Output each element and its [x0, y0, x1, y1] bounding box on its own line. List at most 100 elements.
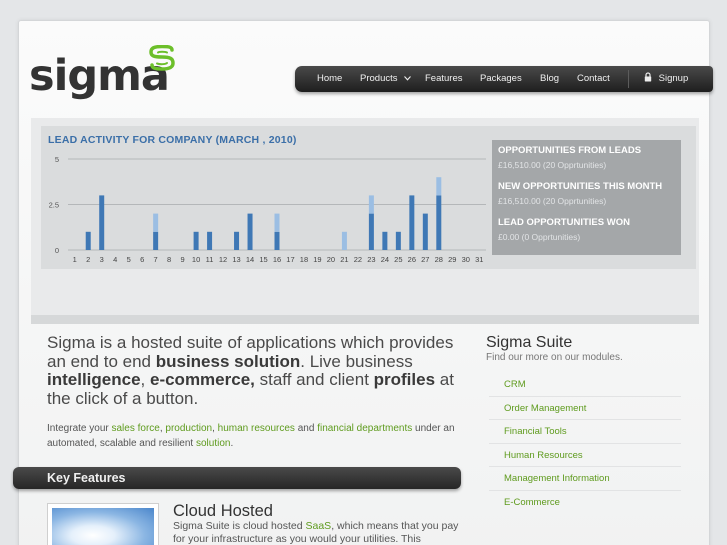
- chart-bar: [368, 213, 374, 250]
- nav-features[interactable]: Features: [425, 66, 463, 92]
- dashboard-divider: [31, 315, 699, 324]
- stat-value-opportunities-from-leads: £16,510.00 (20 Opprtunities): [498, 160, 607, 170]
- x-tick-label: 30: [462, 255, 470, 264]
- stat-label-opportunities-from-leads: OPPORTUNITIES FROM LEADS: [498, 145, 642, 156]
- main-nav: Home Products Features Packages Blog Con…: [295, 66, 713, 92]
- x-tick-label: 4: [113, 255, 117, 264]
- nav-contact[interactable]: Contact: [577, 66, 610, 92]
- x-tick-label: 28: [435, 255, 443, 264]
- nav-products[interactable]: Products: [360, 66, 412, 92]
- human-resources-link[interactable]: human resources: [218, 423, 295, 434]
- chart-bar: [99, 195, 105, 250]
- lead-dashboard: 0 2.5 5 1 2 3 4 5 6 7 8 9 10 11 12 13 14 15 16 17 18 19 20 21 22…: [41, 126, 696, 269]
- module-item-order-management[interactable]: Order Management: [489, 397, 681, 420]
- integration-paragraph: Integrate your sales force, production, …: [47, 421, 467, 451]
- integration-text: .: [230, 438, 234, 449]
- page-container: sigma Home Products Features Packages Bl…: [13, 20, 713, 545]
- intro-emphasis: business solution: [155, 351, 301, 371]
- nav-products-label: Products: [360, 73, 398, 84]
- integration-text: and: [294, 423, 318, 434]
- module-item-human-resources[interactable]: Human Resources: [489, 444, 681, 467]
- x-tick-label: 23: [367, 255, 375, 264]
- chart-bar: [395, 231, 401, 250]
- x-tick-label: 5: [127, 255, 131, 264]
- cloud-hosted-text: Sigma Suite is cloud hosted SaaS, which …: [173, 520, 463, 545]
- stat-value-opportunities-won: £0.00 (0 Opprtunities): [498, 232, 581, 242]
- sigma-logo[interactable]: sigma: [29, 45, 179, 101]
- production-link[interactable]: production: [165, 423, 212, 434]
- nav-packages[interactable]: Packages: [480, 66, 522, 92]
- chart-bar: [207, 231, 213, 250]
- chart-bar: [85, 231, 91, 250]
- sidebar-subtitle: Find our more on our modules.: [486, 352, 623, 363]
- x-tick-label: 10: [192, 255, 200, 264]
- x-tick-label: 27: [421, 255, 429, 264]
- sales-force-link[interactable]: sales force: [111, 423, 159, 434]
- x-tick-label: 1: [73, 255, 77, 264]
- cloud-hosted-title: Cloud Hosted: [173, 502, 273, 520]
- x-tick-label: 19: [313, 255, 321, 264]
- chart-bar: [193, 231, 199, 250]
- stats-panel: OPPORTUNITIES FROM LEADS £16,510.00 (20 …: [492, 140, 681, 255]
- x-tick-label: 20: [327, 255, 335, 264]
- intro-text: staff and client: [254, 370, 374, 389]
- stat-label-opportunities-won: LEAD OPPORTUNITIES WON: [498, 217, 630, 228]
- x-tick-label: 17: [286, 255, 294, 264]
- intro-emphasis: profiles: [373, 370, 436, 389]
- lead-activity-chart: 02.551 2 3 4 5 6 7 8 9 10 11 12 13 14 15 16 17 18 19 20 21 22…: [49, 155, 486, 264]
- chart-bar: [436, 195, 442, 250]
- chart-bar: [436, 177, 442, 196]
- solution-link[interactable]: solution: [196, 438, 230, 449]
- x-tick-label: 24: [381, 255, 389, 264]
- lock-icon: [644, 72, 652, 82]
- x-tick-label: 16: [273, 255, 281, 264]
- x-tick-label: 25: [394, 255, 402, 264]
- key-features-bar: Key Features: [13, 467, 461, 489]
- chart-bar: [422, 213, 428, 250]
- nav-blog[interactable]: Blog: [540, 66, 559, 92]
- module-item-financial-tools[interactable]: Financial Tools: [489, 420, 681, 444]
- module-item-e-commerce[interactable]: E-Commerce: [489, 491, 681, 515]
- module-list: CRM Order Management Financial Tools Hum…: [489, 373, 681, 514]
- chart-bar: [153, 231, 159, 250]
- sidebar-title: Sigma Suite: [486, 334, 573, 351]
- nav-home[interactable]: Home: [317, 66, 342, 92]
- key-features-title: Key Features: [47, 471, 126, 485]
- chart-bar: [341, 231, 347, 250]
- x-tick-label: 11: [206, 255, 214, 264]
- x-tick-label: 31: [475, 255, 483, 264]
- x-tick-label: 26: [408, 255, 416, 264]
- x-tick-label: 9: [181, 255, 185, 264]
- x-tick-label: 8: [167, 255, 171, 264]
- chart-bar: [382, 231, 388, 250]
- x-tick-label: 13: [232, 255, 240, 264]
- integration-text: Integrate your: [47, 423, 112, 434]
- stat-label-new-opportunities: NEW OPPORTUNITIES THIS MONTH: [498, 181, 663, 192]
- x-tick-label: 2: [86, 255, 90, 264]
- chart-title: LEAD ACTIVITY FOR COMPANY (MARCH , 2010): [48, 134, 297, 146]
- module-item-management-information[interactable]: Management Information: [489, 467, 681, 491]
- chevron-down-icon: [404, 76, 412, 81]
- y-tick-label: 0: [55, 246, 59, 255]
- chart-bar: [409, 195, 415, 250]
- sky-picture: [52, 508, 154, 545]
- chart-bar: [274, 213, 280, 232]
- x-tick-label: 12: [219, 255, 227, 264]
- x-tick-label: 3: [100, 255, 104, 264]
- module-item-crm[interactable]: CRM: [489, 373, 681, 397]
- stat-value-new-opportunities: £16,510.00 (20 Opprtunities): [498, 196, 607, 206]
- x-tick-label: 14: [246, 255, 254, 264]
- financial-departments-link[interactable]: financial departments: [317, 423, 412, 434]
- intro-emphasis: e-commerce,: [149, 370, 255, 389]
- x-tick-label: 29: [448, 255, 456, 264]
- nav-signup[interactable]: Signup: [644, 66, 688, 92]
- chart-bar: [368, 195, 374, 214]
- logo-s-emblem: [149, 45, 175, 71]
- x-tick-label: 15: [259, 255, 267, 264]
- cloud-image: [47, 503, 159, 545]
- x-tick-label: 7: [154, 255, 158, 264]
- chart-bar: [247, 213, 253, 250]
- chart-bar: [234, 231, 240, 250]
- intro-text: . Live business: [300, 351, 413, 371]
- x-tick-label: 22: [354, 255, 362, 264]
